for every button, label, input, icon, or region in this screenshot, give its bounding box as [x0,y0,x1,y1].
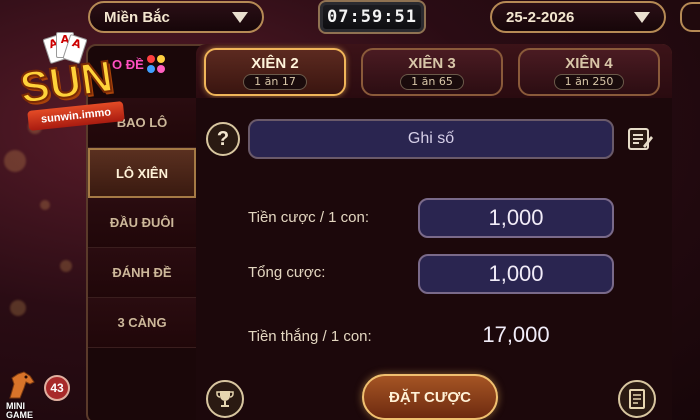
trophy-icon [216,391,234,407]
tab-xien-2[interactable]: XIÊN 2 1 ăn 17 [204,48,346,96]
tab-odds: 1 ăn 250 [553,73,625,90]
help-button[interactable]: ? [206,122,240,156]
date-label: 25-2-2026 [506,8,575,26]
tab-label: XIÊN 4 [565,54,613,72]
region-label: Miền Bắc [104,8,170,26]
total-label: Tổng cược: [248,264,326,281]
stake-label: Tiền cược / 1 con: [248,209,370,226]
sidebar-item-lo-xien[interactable]: LÔ XIÊN [88,148,196,198]
chevron-down-icon [232,11,248,23]
sunwin-logo: A A A SUN sunwin.immo [6,28,126,131]
sidebar-item-dau-duoi[interactable]: ĐẦU ĐUÔI [88,198,196,248]
date-dropdown[interactable]: 25-2-2026 [490,1,666,33]
chevron-down-icon [634,11,650,23]
receipt-icon [629,389,645,409]
background-bokeh [60,260,72,272]
win-value: 17,000 [482,322,550,347]
trophy-button[interactable] [206,380,244,418]
tab-label: XIÊN 3 [408,54,456,72]
background-bokeh [40,200,50,210]
side-menu-button[interactable] [680,2,700,32]
mini-game-label: MINI GAME [6,402,33,420]
mini-game-label-line2: GAME [6,410,33,420]
sidebar-item-3-cang[interactable]: 3 CÀNG [88,298,196,348]
number-entry-placeholder: Ghi số [407,130,455,147]
timer-value: 07:59:51 [327,7,417,27]
mini-game-button[interactable]: MINI GAME [0,368,46,420]
stake-input[interactable]: 1,000 [418,198,614,238]
history-button[interactable] [618,380,656,418]
lottery-balls-icon [146,54,166,74]
logo-domain: sunwin.immo [40,106,112,126]
tab-xien-3[interactable]: XIÊN 3 1 ăn 65 [361,48,503,96]
place-bet-button[interactable]: ĐẶT CƯỢC [362,374,498,420]
sidebar-item-danh-de[interactable]: ĐÁNH ĐỀ [88,248,196,298]
background-bokeh [4,150,26,172]
edit-note-icon[interactable] [627,126,653,152]
win-label: Tiền thắng / 1 con: [248,328,372,345]
tab-odds: 1 ăn 65 [400,73,464,90]
horse-icon [9,371,35,399]
tab-xien-4[interactable]: XIÊN 4 1 ăn 250 [518,48,660,96]
bet-type-sidebar: BAO LÔ LÔ XIÊN ĐẦU ĐUÔI ĐÁNH ĐỀ 3 CÀNG [88,98,196,420]
background-bokeh [10,300,26,316]
notification-badge: 43 [44,375,70,401]
lo-de-logo: O ĐỀ [112,52,166,76]
countdown-timer: 07:59:51 [318,0,426,34]
lo-de-partial-label: O ĐỀ [112,56,144,72]
tab-odds: 1 ăn 17 [243,73,307,90]
tab-label: XIÊN 2 [251,54,299,72]
total-value: 1,000 [418,254,614,294]
number-entry-field[interactable]: Ghi số [248,119,614,159]
